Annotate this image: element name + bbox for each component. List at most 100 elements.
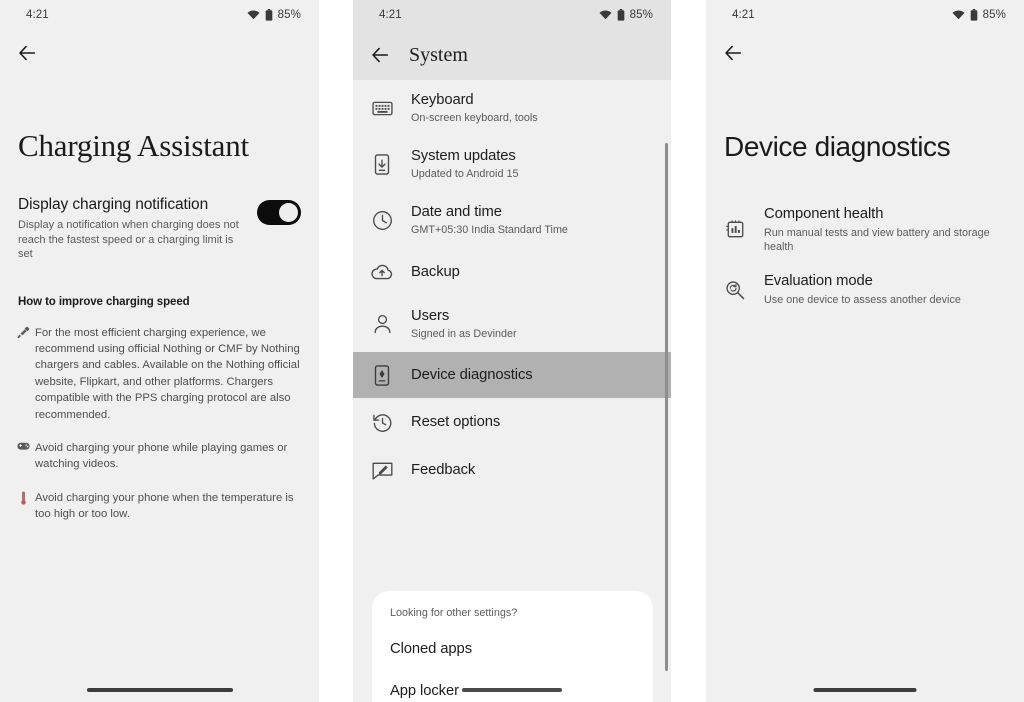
home-gesture-bar[interactable] xyxy=(813,688,917,692)
status-bar: 4:21 85% xyxy=(353,0,671,30)
other-settings-heading: Looking for other settings? xyxy=(390,607,518,619)
setting-title: System updates xyxy=(411,148,516,164)
sidebar-item-feedback[interactable]: Feedback xyxy=(353,446,671,494)
wifi-icon xyxy=(247,10,260,20)
screenshot-stage: 4:21 85% Charging Assistant Display char… xyxy=(0,0,1024,702)
toggle-knob xyxy=(279,203,298,222)
toggle-subtitle: Display a notification when charging doe… xyxy=(18,219,239,260)
person-icon xyxy=(371,313,393,335)
device-diagnostics-screen: 4:21 85% Device diagnostics Component he… xyxy=(706,0,1024,702)
wifi-icon xyxy=(599,10,612,20)
tip-text: For the most efficient charging experien… xyxy=(35,326,300,421)
setting-title: Feedback xyxy=(411,461,476,478)
diagnostics-subtitle: Use one device to assess another device xyxy=(764,294,961,306)
sidebar-item-reset-options[interactable]: Reset options xyxy=(353,398,671,446)
vertical-scrollbar[interactable] xyxy=(665,143,668,671)
diagnostics-title: Component health xyxy=(764,206,884,222)
home-gesture-bar[interactable] xyxy=(86,688,233,692)
toggle-texts: Display charging notification Display a … xyxy=(18,195,247,262)
setting-texts: Keyboard On-screen keyboard, tools xyxy=(411,91,657,125)
status-indicators: 85% xyxy=(247,9,301,21)
tips-heading: How to improve charging speed xyxy=(18,295,190,308)
tip-item: For the most efficient charging experien… xyxy=(0,325,319,423)
thermometer-icon xyxy=(16,490,30,523)
setting-subtitle: Updated to Android 15 xyxy=(411,168,519,180)
battery-percent: 85% xyxy=(277,9,301,21)
back-arrow-icon[interactable] xyxy=(369,44,391,66)
wifi-icon xyxy=(952,10,965,20)
battery-icon xyxy=(617,9,624,21)
list-item-component-health[interactable]: Component health Run manual tests and vi… xyxy=(706,196,1024,263)
charging-notification-toggle[interactable] xyxy=(257,200,301,225)
charging-back-row xyxy=(0,30,319,76)
sidebar-item-system-updates[interactable]: System updates Updated to Android 15 xyxy=(353,136,671,192)
setting-title: Reset options xyxy=(411,413,501,430)
sidebar-item-users[interactable]: Users Signed in as Devinder xyxy=(353,296,671,352)
setting-title: Backup xyxy=(411,263,460,280)
list-item-evaluation-mode[interactable]: Evaluation mode Use one device to assess… xyxy=(706,263,1024,316)
history-icon xyxy=(371,411,393,433)
feedback-icon xyxy=(371,459,393,481)
sidebar-item-keyboard[interactable]: Keyboard On-screen keyboard, tools xyxy=(353,80,671,136)
status-bar: 4:21 85% xyxy=(0,0,319,30)
status-time: 4:21 xyxy=(379,9,402,21)
sidebar-item-date-and-time[interactable]: Date and time GMT+05:30 India Standard T… xyxy=(353,192,671,248)
sidebar-item-device-diagnostics[interactable]: Device diagnostics xyxy=(353,352,671,398)
back-arrow-icon[interactable] xyxy=(16,42,38,64)
status-indicators: 85% xyxy=(599,9,653,21)
system-settings-list: Keyboard On-screen keyboard, tools Syste… xyxy=(353,80,671,702)
setting-texts: Reset options xyxy=(411,413,657,432)
tip-item: Avoid charging your phone while playing … xyxy=(0,440,319,473)
system-app-bar: System xyxy=(353,30,671,80)
diagnostics-subtitle: Run manual tests and view battery and st… xyxy=(764,227,990,253)
other-settings-item-app-locker[interactable]: App locker xyxy=(372,670,653,702)
home-gesture-bar[interactable] xyxy=(462,688,562,692)
gamepad-icon xyxy=(16,440,30,473)
battery-percent: 85% xyxy=(629,9,653,21)
setting-subtitle: GMT+05:30 India Standard Time xyxy=(411,224,568,236)
status-indicators: 85% xyxy=(952,9,1006,21)
system-update-icon xyxy=(371,153,393,175)
chip-icon xyxy=(724,219,746,241)
battery-icon xyxy=(265,9,272,21)
battery-icon xyxy=(970,9,977,21)
setting-title: Date and time xyxy=(411,204,502,220)
battery-percent: 85% xyxy=(982,9,1006,21)
system-settings-screen: 4:21 85% System Keyboard On-screen keybo… xyxy=(353,0,671,702)
diagnostics-texts: Component health Run manual tests and vi… xyxy=(764,205,1006,254)
page-title: Charging Assistant xyxy=(18,128,249,163)
display-charging-notification-row[interactable]: Display charging notification Display a … xyxy=(0,195,319,262)
setting-title: Users xyxy=(411,308,450,324)
keyboard-icon xyxy=(371,97,393,119)
setting-texts: Backup xyxy=(411,263,657,282)
diagnostics-back-row xyxy=(706,30,1024,76)
diagnostics-list: Component health Run manual tests and vi… xyxy=(706,196,1024,316)
tip-item: Avoid charging your phone when the tempe… xyxy=(0,490,319,523)
diagnostics-title: Evaluation mode xyxy=(764,273,873,289)
diagnostics-texts: Evaluation mode Use one device to assess… xyxy=(764,272,1006,307)
system-header-title: System xyxy=(409,43,468,66)
status-time: 4:21 xyxy=(26,9,49,21)
sidebar-item-backup[interactable]: Backup xyxy=(353,248,671,296)
setting-texts: System updates Updated to Android 15 xyxy=(411,147,657,181)
tip-text: Avoid charging your phone when the tempe… xyxy=(35,491,294,521)
cloud-upload-icon xyxy=(371,261,393,283)
toggle-title: Display charging notification xyxy=(18,196,209,213)
device-diagnostics-icon xyxy=(371,364,393,386)
other-settings-item-cloned-apps[interactable]: Cloned apps xyxy=(372,628,653,670)
other-settings-card: Looking for other settings? Cloned apps … xyxy=(372,591,653,702)
plug-icon xyxy=(16,325,30,423)
setting-subtitle: On-screen keyboard, tools xyxy=(411,112,538,124)
tip-text: Avoid charging your phone while playing … xyxy=(35,441,288,471)
evaluation-search-icon xyxy=(724,279,746,301)
back-arrow-icon[interactable] xyxy=(722,42,744,64)
setting-texts: Date and time GMT+05:30 India Standard T… xyxy=(411,203,657,237)
charging-assistant-screen: 4:21 85% Charging Assistant Display char… xyxy=(0,0,319,702)
clock-icon xyxy=(371,209,393,231)
setting-subtitle: Signed in as Devinder xyxy=(411,328,517,340)
status-bar: 4:21 85% xyxy=(706,0,1024,30)
page-title: Device diagnostics xyxy=(724,131,951,162)
setting-title: Keyboard xyxy=(411,92,474,108)
status-time: 4:21 xyxy=(732,9,755,21)
setting-title: Device diagnostics xyxy=(411,366,533,383)
